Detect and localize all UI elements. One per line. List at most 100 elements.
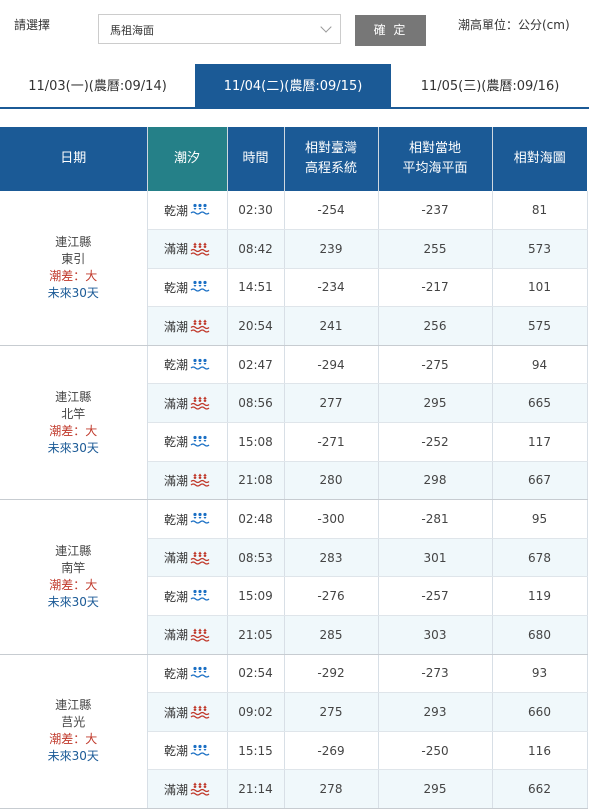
low-tide-icon xyxy=(188,743,210,757)
table-row: 連江縣 南竿 潮差：大 未來30天 乾潮 02:48 -300 -281 95 xyxy=(0,499,588,655)
location-county: 連江縣 xyxy=(55,543,92,558)
future-30-days-link[interactable]: 未來30天 xyxy=(0,285,147,302)
high-tide-icon xyxy=(188,550,210,565)
tide-time: 15:09 xyxy=(227,576,285,617)
tide-time: 08:56 xyxy=(227,383,285,424)
tide-type-label: 乾潮 xyxy=(163,358,188,373)
select-label: 請選擇 xyxy=(14,18,51,32)
height-msl: -281 xyxy=(378,499,493,539)
tab-date-1104[interactable]: 11/04(二)(農曆:09/15) xyxy=(195,64,391,109)
location-county: 連江縣 xyxy=(55,234,92,249)
table-row: 連江縣 東引 潮差：大 未來30天 乾潮 02:30 -254 -237 81 xyxy=(0,191,588,346)
tide-range-label: 潮差：大 xyxy=(49,423,98,438)
height-twvd: -292 xyxy=(284,654,379,694)
height-chart-datum: 573 xyxy=(492,229,588,269)
high-tide-icon xyxy=(188,396,210,410)
location-cell: 連江縣東引 潮差：大未來30天 xyxy=(0,191,148,346)
low-tide-icon xyxy=(188,512,210,526)
height-msl: 256 xyxy=(378,306,493,346)
header-date: 日期 xyxy=(0,127,148,191)
height-msl: -273 xyxy=(378,654,493,694)
height-chart-datum: 95 xyxy=(492,499,588,539)
height-msl: 255 xyxy=(378,229,493,269)
tide-range-label: 潮差：大 xyxy=(49,577,98,592)
future-30-days-link[interactable]: 未來30天 xyxy=(0,748,147,765)
future-30-days-link[interactable]: 未來30天 xyxy=(0,594,147,611)
tide-time: 08:42 xyxy=(227,229,285,269)
high-tide-icon xyxy=(188,473,210,488)
location-name[interactable]: 莒光 xyxy=(0,714,147,731)
chevron-down-icon xyxy=(320,21,332,33)
tide-time: 14:51 xyxy=(227,268,285,308)
header-time: 時間 xyxy=(227,127,285,191)
tide-type-cell: 滿潮 xyxy=(147,383,228,424)
height-msl: -217 xyxy=(378,268,493,308)
tide-type-cell: 乾潮 xyxy=(147,345,228,385)
tide-type-label: 滿潮 xyxy=(163,705,188,720)
height-chart-datum: 575 xyxy=(492,306,588,346)
height-msl: 298 xyxy=(378,461,493,501)
tide-type-cell: 乾潮 xyxy=(147,422,228,462)
table-header-row: 日期 潮汐 時間 相對臺灣 高程系統 相對當地 平均海平面 相對海圖 xyxy=(0,127,587,191)
location-name[interactable]: 南竿 xyxy=(0,560,147,577)
height-twvd: 277 xyxy=(284,383,379,424)
location-county: 連江縣 xyxy=(55,698,92,713)
tide-time: 21:08 xyxy=(227,461,285,501)
confirm-button[interactable]: 確 定 xyxy=(355,15,426,46)
height-msl: 295 xyxy=(378,769,493,809)
location-cell: 連江縣南竿 潮差：大未來30天 xyxy=(0,499,148,655)
header-msl: 相對當地 平均海平面 xyxy=(378,127,493,191)
tide-type-cell: 滿潮 xyxy=(147,229,228,269)
tide-time: 02:48 xyxy=(227,499,285,539)
tide-type-label: 滿潮 xyxy=(163,473,188,488)
tide-type-cell: 乾潮 xyxy=(147,268,228,308)
tide-type-cell: 乾潮 xyxy=(147,731,228,771)
height-chart-datum: 94 xyxy=(492,345,588,385)
tide-type-cell: 滿潮 xyxy=(147,692,228,732)
tide-type-cell: 滿潮 xyxy=(147,538,228,578)
location-name[interactable]: 北竿 xyxy=(0,406,147,423)
tide-type-cell: 滿潮 xyxy=(147,461,228,501)
tide-time: 09:02 xyxy=(227,692,285,732)
height-twvd: 285 xyxy=(284,615,379,655)
tide-type-label: 乾潮 xyxy=(163,203,188,218)
tide-range-label: 潮差：大 xyxy=(49,268,98,283)
tide-time: 02:47 xyxy=(227,345,285,385)
low-tide-icon xyxy=(188,589,210,603)
height-twvd: 280 xyxy=(284,461,379,501)
height-twvd: 239 xyxy=(284,229,379,269)
low-tide-icon xyxy=(188,203,210,217)
low-tide-icon xyxy=(188,666,210,680)
height-msl: -275 xyxy=(378,345,493,385)
tide-type-label: 乾潮 xyxy=(163,512,188,527)
location-cell: 連江縣 北竿 潮差：大 未來30天 xyxy=(0,345,148,501)
tide-time: 15:08 xyxy=(227,422,285,462)
tide-type-label: 滿潮 xyxy=(163,319,188,334)
height-twvd: -234 xyxy=(284,268,379,308)
height-chart-datum: 119 xyxy=(492,576,588,617)
tab-date-1105[interactable]: 11/05(三)(農曆:09/16) xyxy=(391,64,589,109)
future-30-days-link[interactable]: 未來30天 xyxy=(0,440,147,457)
height-twvd: -269 xyxy=(284,731,379,771)
tide-time: 21:14 xyxy=(227,769,285,809)
location-name[interactable]: 東引 xyxy=(0,251,147,268)
tide-type-label: 乾潮 xyxy=(163,744,188,759)
tide-type-cell: 滿潮 xyxy=(147,306,228,346)
low-tide-icon xyxy=(188,434,210,448)
location-cell: 連江縣 莒光 潮差：大 未來30天 xyxy=(0,654,148,810)
low-tide-icon xyxy=(188,280,210,294)
high-tide-icon xyxy=(188,319,210,333)
area-select[interactable]: 馬祖海面 xyxy=(98,14,341,44)
height-twvd: -276 xyxy=(284,576,379,617)
height-msl: -237 xyxy=(378,191,493,231)
height-twvd: -271 xyxy=(284,422,379,462)
height-msl: 293 xyxy=(378,692,493,732)
tab-date-1103[interactable]: 11/03(一)(農曆:09/14) xyxy=(0,64,195,109)
height-chart-datum: 665 xyxy=(492,383,588,424)
tide-time: 21:05 xyxy=(227,615,285,655)
tide-type-cell: 乾潮 xyxy=(147,499,228,539)
height-twvd: 283 xyxy=(284,538,379,578)
tide-type-cell: 滿潮 xyxy=(147,615,228,655)
height-chart-datum: 101 xyxy=(492,268,588,308)
tide-type-cell: 乾潮 xyxy=(147,654,228,694)
